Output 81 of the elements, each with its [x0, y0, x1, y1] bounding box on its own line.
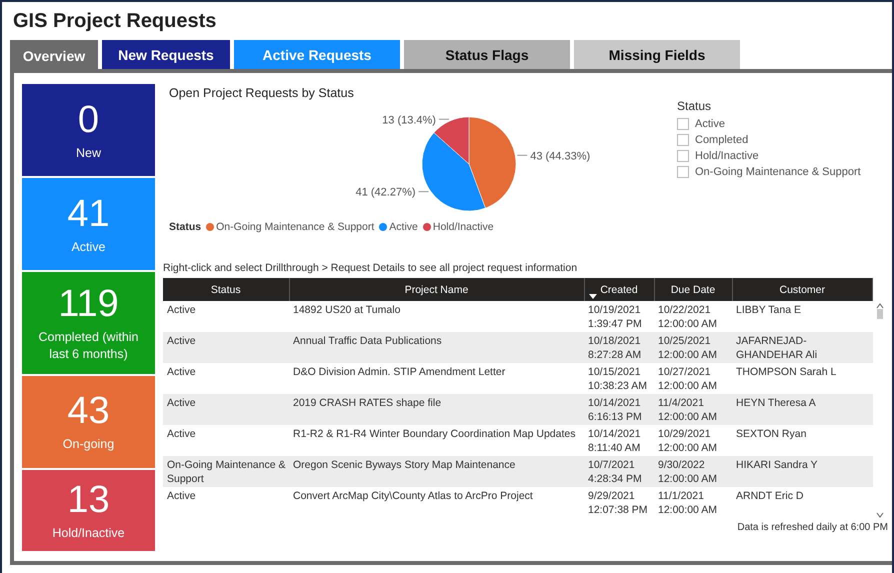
table-cell: 10/27/2021 12:00:00 AM — [658, 366, 717, 392]
chart-title: Open Project Requests by Status — [169, 86, 355, 100]
sort-icon — [588, 294, 596, 299]
kpi-value: 41 — [67, 192, 110, 235]
table-cell: LIBBY Tana E — [736, 304, 801, 316]
kpi-value: 43 — [67, 390, 110, 432]
slicer-option[interactable]: Completed — [677, 132, 861, 148]
legend-label: Hold/Inactive — [432, 221, 494, 233]
checkbox[interactable] — [677, 166, 689, 178]
table-cell: Annual Traffic Data Publications — [293, 335, 442, 347]
table-cell: 11/4/2021 12:00:00 AM — [658, 397, 717, 423]
table-cell: 10/18/2021 8:27:28 AM — [588, 335, 642, 361]
table-cell: Convert ArcMap City\County Atlas to ArcPro Project — [293, 490, 533, 502]
column-header[interactable]: Project Name — [289, 278, 584, 301]
scroll-down-icon[interactable] — [876, 512, 884, 518]
page-tab[interactable]: New Requests — [102, 40, 230, 69]
kpi-label: New — [74, 144, 102, 162]
table-hint: Right-click and select Drillthrough > Request Details to see all project request information — [163, 262, 578, 274]
checkbox[interactable] — [677, 134, 689, 146]
leader-line — [438, 118, 450, 120]
table-cell: D&O Division Admin. STIP Amendment Letter — [293, 366, 506, 378]
table-cell: THOMPSON Sarah L — [736, 366, 836, 378]
column-header[interactable]: Status — [163, 278, 289, 301]
legend-label: Active — [389, 221, 418, 233]
data-label: 41 (42.27%) — [356, 186, 416, 199]
table-cell: 14892 US20 at Tumalo — [293, 304, 400, 316]
table-cell: Active — [167, 335, 196, 347]
kpi-label: Hold/Inactive — [51, 524, 126, 542]
legend-label: On-Going Maintenance & Support — [216, 221, 374, 233]
kpi-value: 0 — [78, 98, 100, 141]
table-cell: Active — [167, 366, 196, 378]
table-cell: 10/29/2021 12:00:00 AM — [658, 428, 717, 454]
slicer-option[interactable]: Hold/Inactive — [677, 148, 861, 164]
page-tab[interactable]: Missing Fields — [574, 40, 740, 69]
page-title: GIS Project Requests — [13, 9, 218, 34]
data-label: 43 (44.33%) — [530, 150, 590, 162]
table-cell: 10/25/2021 12:00:00 AM — [658, 335, 717, 361]
table-cell: 10/14/2021 8:11:40 AM — [588, 428, 641, 454]
column-header[interactable]: Created — [584, 278, 654, 301]
leader-line — [418, 191, 430, 192]
kpi-label: Active — [70, 238, 107, 256]
slicer-option[interactable]: On-Going Maintenance & Support — [677, 164, 861, 180]
table-cell: 10/19/2021 1:39:47 PM — [588, 304, 642, 330]
refresh-note: Data is refreshed daily at 6:00 PM — [737, 522, 888, 533]
table-cell: 2019 CRASH RATES shape file — [293, 397, 442, 409]
slicer-option[interactable]: Active — [677, 116, 861, 132]
table-cell: 10/15/2021 10:38:23 AM — [588, 366, 647, 392]
table-cell: HEYN Theresa A — [736, 397, 816, 409]
table-cell: Active — [167, 304, 196, 316]
table-cell: 10/22/2021 12:00:00 AM — [658, 304, 717, 330]
kpi-value: 119 — [58, 283, 119, 326]
scroll-thumb[interactable] — [877, 309, 883, 319]
table-cell: Active — [167, 490, 196, 502]
kpi-label: Completed (within last 6 months) — [37, 329, 140, 364]
checkbox[interactable] — [677, 118, 689, 130]
table-cell: On-Going Maintenance & Support — [167, 459, 286, 485]
table-cell: Oregon Scenic Byways Story Map Maintenance — [293, 459, 516, 471]
leader-line — [516, 154, 528, 156]
page-tab[interactable]: Overview — [10, 40, 98, 71]
table-cell: JAFARNEJAD-GHANDEHAR Ali — [736, 335, 818, 361]
slicer-title: Status — [677, 99, 712, 113]
table-cell: 11/1/2021 12:00:00 AM — [658, 490, 717, 516]
table-cell: 10/14/2021 6:16:13 PM — [588, 397, 642, 423]
kpi-label: On-going — [62, 436, 116, 454]
table-cell: HIKARI Sandra Y — [736, 459, 818, 471]
scroll-up-icon[interactable] — [876, 303, 884, 309]
table-cell: ARNDT Eric D — [736, 490, 804, 502]
kpi-value: 13 — [67, 478, 110, 521]
table-cell: 9/30/2022 12:00:00 AM — [658, 459, 717, 485]
data-label: 13 (13.4%) — [382, 114, 436, 126]
table-cell: Active — [167, 397, 196, 409]
table-cell: Active — [167, 428, 196, 440]
page-tab[interactable]: Status Flags — [404, 40, 570, 69]
column-header[interactable]: Due Date — [654, 278, 732, 301]
table-cell: SEXTON Ryan — [736, 428, 806, 440]
column-header[interactable]: Customer — [732, 278, 872, 301]
legend-title: Status — [169, 221, 202, 233]
table-cell: 10/7/2021 4:28:34 PM — [588, 459, 642, 485]
table-cell: R1-R2 & R1-R4 Winter Boundary Coordination Map Updates — [293, 428, 576, 440]
table-cell: 9/29/2021 12:07:38 PM — [588, 490, 648, 516]
checkbox[interactable] — [677, 150, 689, 162]
